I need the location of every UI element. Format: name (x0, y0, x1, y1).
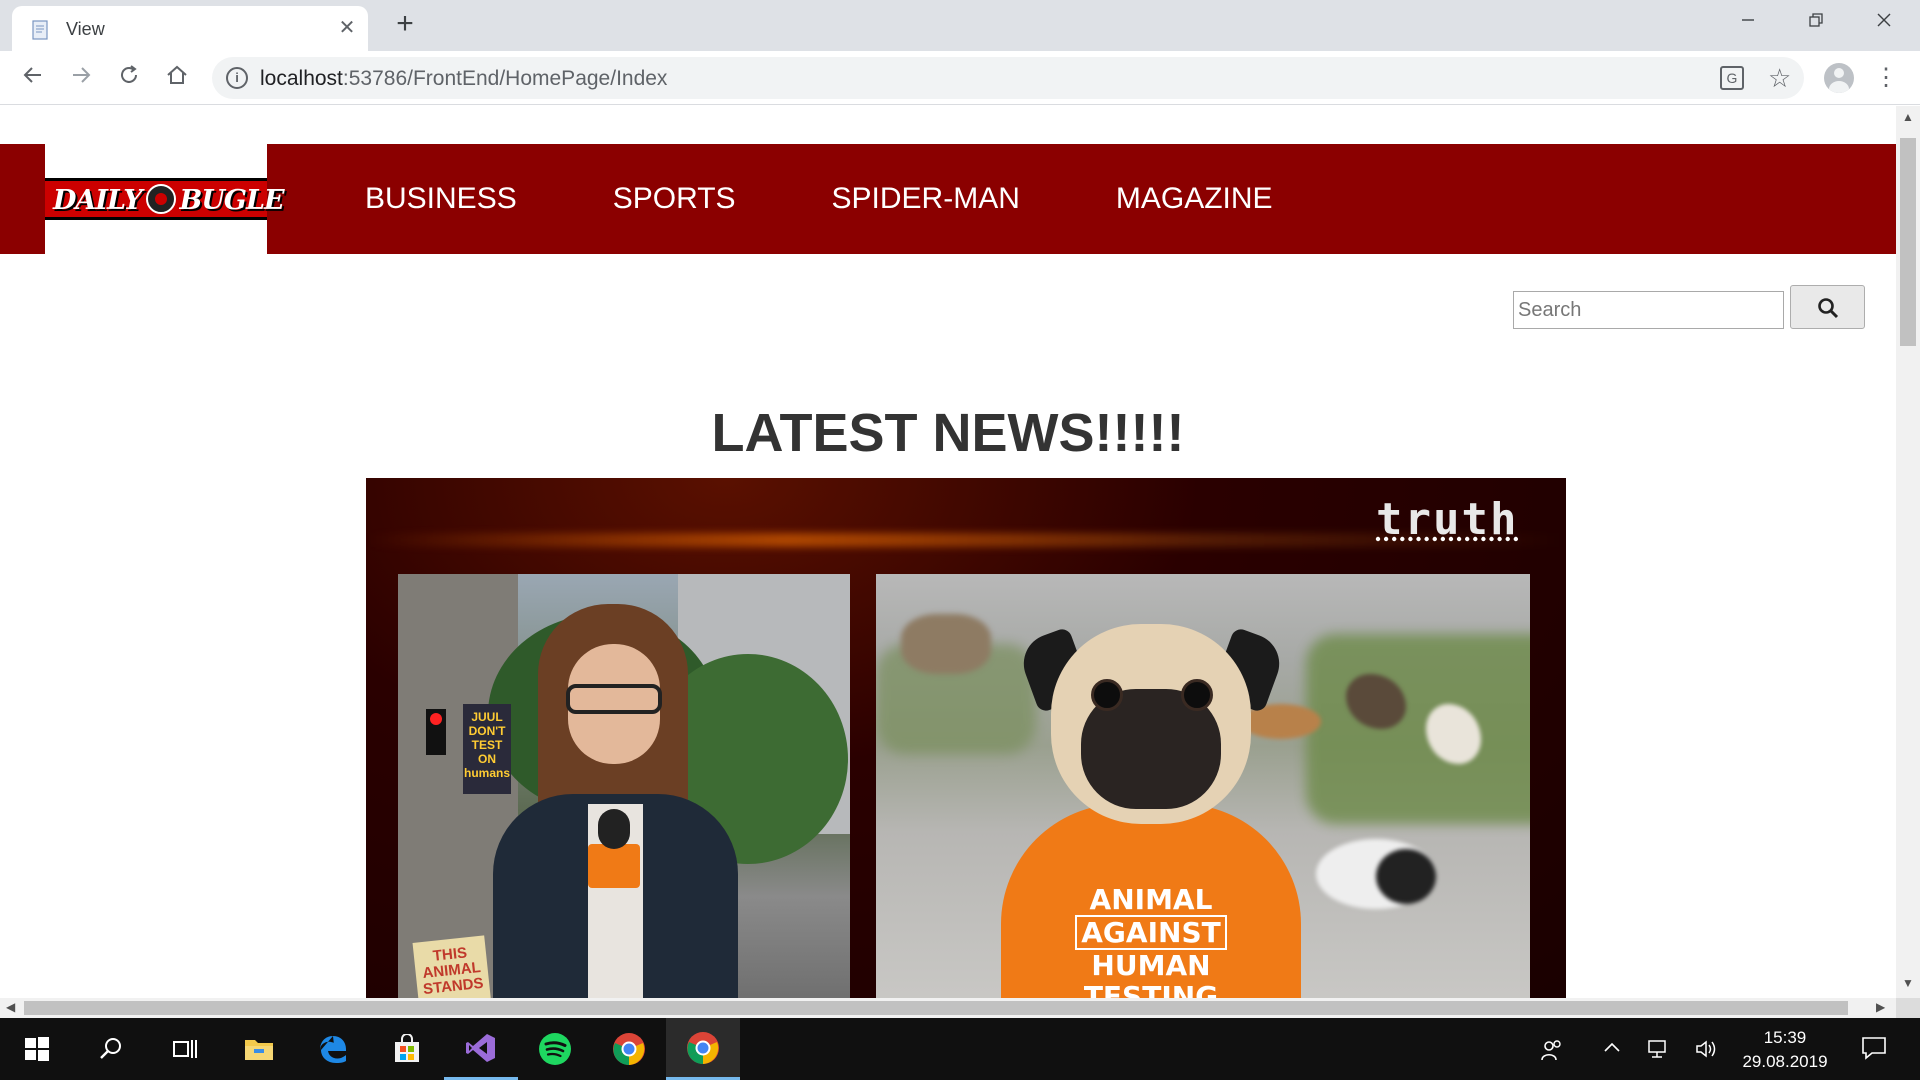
network-icon[interactable] (1646, 1038, 1670, 1062)
chrome-icon (687, 1031, 719, 1064)
window-close-icon[interactable] (1850, 0, 1918, 44)
horizontal-scroll-thumb[interactable] (24, 1001, 1848, 1015)
site-info-icon[interactable]: i (226, 67, 248, 89)
reload-icon[interactable] (114, 63, 144, 93)
nav-link-sports[interactable]: SPORTS (613, 182, 736, 216)
edge-icon (320, 1036, 346, 1063)
traffic-light-icon (426, 709, 446, 755)
truth-logo: truth (1376, 494, 1519, 545)
scrollbar-corner (1896, 998, 1920, 1018)
scroll-right-icon[interactable]: ▶ (1876, 1000, 1885, 1014)
browser-menu-icon[interactable]: ⋮ (1874, 63, 1898, 93)
visual-studio-icon (466, 1033, 495, 1062)
logo-text-left: DAILY (53, 185, 143, 216)
minimize-icon[interactable] (1714, 0, 1782, 44)
url-path: :53786/FrontEnd/HomePage/Index (342, 67, 668, 90)
vertical-scroll-thumb[interactable] (1900, 138, 1916, 346)
action-center-icon[interactable] (1860, 1034, 1888, 1062)
tab-title: View (66, 19, 105, 39)
task-view-button[interactable] (148, 1018, 222, 1080)
protest-sign: JUUL DON'T TEST ON humans (463, 704, 511, 794)
logo-banner: DAILY BUGLE (45, 178, 285, 220)
scroll-down-icon[interactable]: ▼ (1902, 976, 1914, 990)
browser-toolbar: i localhost:53786/FrontEnd/HomePage/Inde… (0, 51, 1920, 105)
nav-link-business[interactable]: BUSINESS (365, 182, 517, 216)
translate-icon[interactable]: G (1720, 66, 1744, 90)
search-button[interactable] (1790, 285, 1865, 329)
search-icon (1818, 298, 1839, 319)
daily-bugle-logo[interactable]: DAILY BUGLE (45, 144, 285, 254)
shirt-line-4: TESTING (1083, 980, 1219, 998)
scroll-left-icon[interactable]: ◀ (6, 1000, 15, 1014)
site-header: DAILY BUGLE BUSINESS SPORTS SPIDER-MAN MA… (0, 144, 1896, 254)
restore-icon[interactable] (1782, 0, 1850, 44)
chrome-active-button[interactable] (666, 1018, 740, 1080)
windows-taskbar: 15:39 29.08.2019 (0, 1018, 1920, 1080)
animal-sign: THIS ANIMAL STANDS (412, 935, 492, 998)
store-button[interactable] (370, 1018, 444, 1080)
start-button[interactable] (0, 1018, 74, 1080)
reporter-panel: JUUL DON'T TEST ON humans THIS ANIMAL ST… (398, 574, 850, 998)
search-taskbar-button[interactable] (74, 1018, 148, 1080)
chrome-icon (613, 1033, 645, 1065)
nav-link-spider-man[interactable]: SPIDER-MAN (832, 182, 1020, 216)
windows-logo-icon (25, 1037, 49, 1061)
scroll-up-icon[interactable]: ▲ (1902, 110, 1914, 124)
edge-button[interactable] (296, 1018, 370, 1080)
search-input[interactable] (1513, 291, 1784, 329)
taskbar-search-icon (100, 1038, 121, 1059)
clock-date: 29.08.2019 (1742, 1052, 1828, 1071)
system-clock[interactable]: 15:39 29.08.2019 (1730, 1026, 1840, 1074)
vertical-scrollbar[interactable]: ▲ ▼ (1896, 106, 1920, 998)
nav-link-magazine[interactable]: MAGAZINE (1116, 182, 1273, 216)
new-tab-button[interactable]: + (390, 8, 420, 40)
spotify-icon (539, 1033, 571, 1065)
address-bar[interactable]: i localhost:53786/FrontEnd/HomePage/Inde… (212, 57, 1804, 99)
url-text[interactable]: localhost:53786/FrontEnd/HomePage/Index (260, 67, 667, 91)
people-icon[interactable] (1540, 1038, 1564, 1062)
logo-wordmark: DAILY BUGLE (53, 183, 285, 216)
home-icon[interactable] (162, 63, 192, 93)
news-hero-image[interactable]: truth JUUL DON'T TEST ON humans THIS ANI… (366, 478, 1566, 998)
bookmark-star-icon[interactable]: ☆ (1768, 63, 1791, 94)
tab-close-icon[interactable]: ✕ (334, 15, 360, 41)
browser-tab[interactable]: View ✕ (12, 6, 368, 51)
visual-studio-button[interactable] (444, 1018, 518, 1080)
profile-avatar-icon[interactable] (1824, 63, 1854, 93)
page-icon (32, 20, 48, 40)
forward-icon[interactable] (66, 63, 96, 93)
file-explorer-button[interactable] (222, 1018, 296, 1080)
store-icon (395, 1034, 419, 1062)
pug-panel: ANIMAL AGAINST HUMAN TESTING (876, 574, 1530, 998)
browser-titlebar: View ✕ + (0, 0, 1920, 51)
spotify-button[interactable] (518, 1018, 592, 1080)
back-icon[interactable] (18, 63, 48, 93)
page-title: LATEST NEWS!!!!! (711, 403, 1185, 463)
tray-chevron-up-icon[interactable] (1600, 1038, 1624, 1062)
logo-text-right: BUGLE (179, 185, 285, 216)
shirt-line-2: AGAINST (1075, 915, 1227, 950)
clock-time: 15:39 (1763, 1028, 1807, 1047)
logo-globe-icon (145, 183, 176, 214)
pug-shirt-text: ANIMAL AGAINST HUMAN TESTING (1066, 884, 1236, 998)
url-host: localhost (260, 67, 343, 90)
volume-icon[interactable] (1694, 1038, 1718, 1062)
shirt-line-3: HUMAN (1091, 949, 1211, 982)
chrome-button[interactable] (592, 1018, 666, 1080)
microphone-icon (598, 809, 630, 849)
shirt-line-1: ANIMAL (1089, 883, 1213, 916)
horizontal-scrollbar[interactable]: ◀ ▶ (0, 998, 1896, 1018)
file-explorer-icon (245, 1040, 273, 1060)
task-view-icon (173, 1040, 197, 1058)
page-viewport: DAILY BUGLE BUSINESS SPORTS SPIDER-MAN MA… (0, 106, 1896, 998)
main-nav: BUSINESS SPORTS SPIDER-MAN MAGAZINE (365, 144, 1369, 254)
